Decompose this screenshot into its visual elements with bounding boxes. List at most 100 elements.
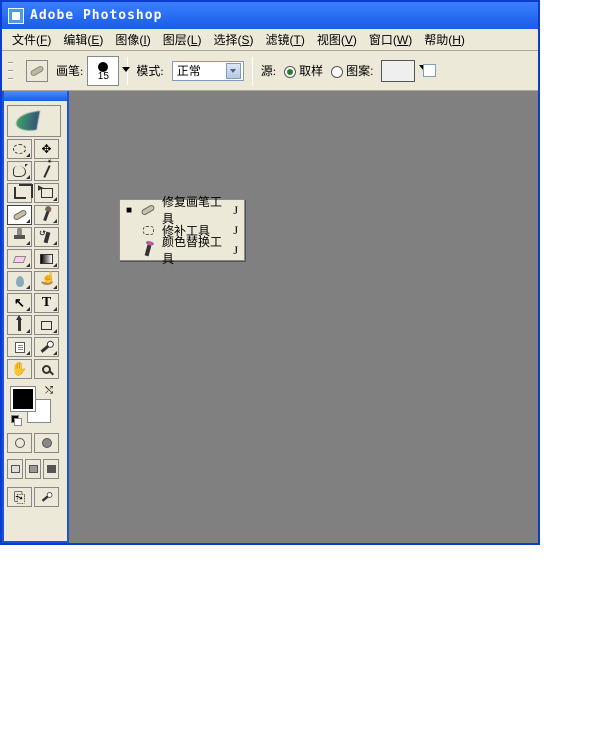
crop-icon [14,187,26,199]
eraser-icon [13,256,27,263]
screen-full[interactable] [43,459,59,479]
tool-brush[interactable] [34,205,59,225]
tool-hand[interactable]: ✋ [7,359,32,379]
toolbox: ✥ ↖ T ✋ [4,101,67,511]
window-title: Adobe Photoshop [30,8,162,23]
brush-size-value: 15 [98,72,109,82]
checkbox-aligned[interactable] [423,64,436,77]
source-label: 源: [261,62,276,79]
tool-zoom[interactable] [34,359,59,379]
tool-crop[interactable] [7,183,32,203]
screen-icon [11,465,20,473]
tool-lasso[interactable] [7,161,32,181]
notes-icon [15,342,25,353]
tool-pen[interactable] [7,315,32,335]
app-logo-icon [8,8,24,24]
tool-preset-picker[interactable] [7,105,61,137]
slice-icon [41,188,53,198]
tool-marquee[interactable] [7,139,32,159]
pen-icon [18,319,21,331]
menu-edit[interactable]: 编辑(E) [57,29,109,50]
menu-filter[interactable]: 滤镜(T) [259,29,310,50]
radio-icon [284,66,296,78]
mode-select[interactable]: 正常 [172,61,244,81]
tool-clone-stamp[interactable] [7,227,32,247]
menu-file[interactable]: 文件(F) [6,29,57,50]
radio-icon [331,66,343,78]
brush-label: 画笔: [56,62,83,79]
menu-image[interactable]: 图像(I) [109,29,156,50]
type-icon: T [42,295,51,311]
color-picker[interactable]: ⤭ [7,385,61,425]
menu-layer[interactable]: 图层(L) [157,29,208,50]
tool-gradient[interactable] [34,249,59,269]
screen-icon [29,465,38,473]
canvas-area[interactable]: ■ 修复画笔工具 J 修补工具 J 颜色替换工具 J [69,91,538,543]
gripper-icon[interactable] [8,59,14,83]
workarea: ✥ ↖ T ✋ [2,91,538,543]
edit-standard-mode[interactable] [7,433,32,453]
current-tool-icon[interactable] [26,60,48,82]
tool-path-select[interactable]: ↖ [7,293,32,313]
feather-icon [15,109,54,133]
tool-slice[interactable] [34,183,59,203]
toolbox-titlebar[interactable] [4,91,67,101]
radio-sample[interactable]: 取样 [284,62,323,79]
move-icon: ✥ [41,142,51,156]
radio-pattern[interactable]: 图案: [331,62,373,79]
zoom-icon [42,365,51,374]
brush-dot-icon [98,62,108,72]
tool-history-brush[interactable] [34,227,59,247]
edit-quickmask-mode[interactable] [34,433,59,453]
jump-to-imageready[interactable]: ⎘ [7,487,32,507]
tool-notes[interactable] [7,337,32,357]
flyout-color-replace[interactable]: 颜色替换工具 J [120,240,244,260]
brush-selector[interactable]: 画笔: 15 [56,56,119,86]
swap-colors-icon[interactable]: ⤭ [45,385,53,396]
tool-eraser[interactable] [7,249,32,269]
jump-button[interactable] [34,487,59,507]
screen-icon [47,465,56,473]
wand-icon [43,165,50,178]
tool-blur[interactable] [7,271,32,291]
tool-wand[interactable] [34,161,59,181]
stamp-icon [14,235,25,239]
history-brush-icon [43,231,50,243]
mode-value: 正常 [177,62,201,79]
tool-type[interactable]: T [34,293,59,313]
chevron-down-icon[interactable] [122,67,130,72]
healing-icon [12,209,27,221]
tool-healing-brush[interactable] [7,205,32,225]
brush-preview[interactable]: 15 [87,56,119,86]
app-window: Adobe Photoshop 文件(F) 编辑(E) 图像(I) 图层(L) … [0,0,540,545]
selected-mark-icon: ■ [126,205,134,216]
imageready-icon: ⎘ [14,489,25,506]
menu-window[interactable]: 窗口(W) [363,29,418,50]
eyedropper-icon [41,342,53,353]
toolbox-panel: ✥ ↖ T ✋ [2,91,69,543]
pattern-swatch[interactable] [381,60,415,82]
menu-help[interactable]: 帮助(H) [418,29,471,50]
tool-move[interactable]: ✥ [34,139,59,159]
chevron-down-icon[interactable] [226,63,241,79]
screen-menubar[interactable] [25,459,41,479]
tool-dodge[interactable] [34,271,59,291]
default-colors-icon[interactable] [11,415,21,425]
menu-view[interactable]: 视图(V) [311,29,363,50]
shape-icon [41,321,52,330]
brush-icon [43,209,50,220]
tool-shape[interactable] [34,315,59,335]
separator [252,57,253,85]
options-bar: 画笔: 15 模式: 正常 源: 取样 图案: [2,51,538,91]
foreground-color[interactable] [11,387,35,411]
flyout-healing-brush[interactable]: ■ 修复画笔工具 J [120,200,244,220]
blur-icon [16,276,24,287]
hand-icon: ✋ [11,361,27,377]
jump-icon [42,493,52,502]
path-select-icon: ↖ [14,295,25,311]
screen-standard[interactable] [7,459,23,479]
tool-eyedropper[interactable] [34,337,59,357]
menubar: 文件(F) 编辑(E) 图像(I) 图层(L) 选择(S) 滤镜(T) 视图(V… [2,29,538,51]
color-replace-icon [140,242,156,258]
menu-select[interactable]: 选择(S) [207,29,259,50]
